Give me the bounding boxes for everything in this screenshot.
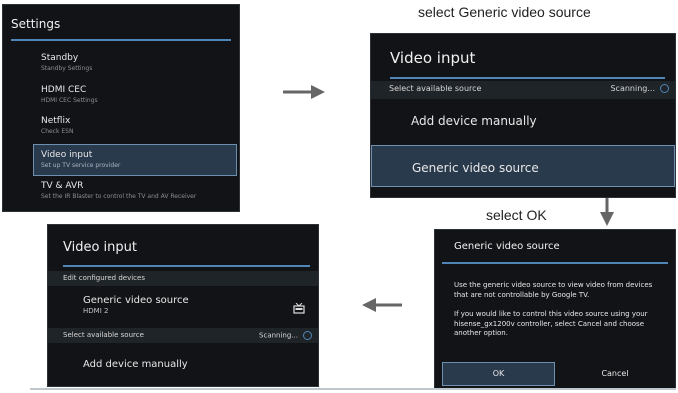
settings-item-sub: Check ESN	[41, 128, 74, 135]
ok-button[interactable]: OK	[442, 362, 555, 386]
add-device-manually-item[interactable]: Add device manually	[48, 359, 318, 381]
settings-item-standby[interactable]: Standby Standby Settings	[3, 53, 239, 81]
section-label: Select available source	[63, 331, 144, 339]
section-header: Select available source Scanning...	[48, 328, 318, 343]
title-divider	[11, 39, 231, 41]
section-label: Edit configured devices	[63, 274, 145, 282]
video-input-result-screen: Video input Edit configured devices Gene…	[47, 224, 319, 387]
scanning-status: Scanning...	[259, 331, 298, 340]
section-header: Select available source Scanning...	[371, 81, 675, 99]
item-label: Generic video source	[412, 161, 539, 175]
settings-item-netflix[interactable]: Netflix Check ESN	[3, 116, 239, 144]
settings-screen: Settings Standby Standby Settings HDMI C…	[2, 4, 240, 212]
title-divider	[442, 262, 668, 264]
title-divider	[63, 265, 310, 267]
arrow-left-icon	[362, 298, 402, 312]
device-sub: HDMI 2	[83, 307, 109, 315]
dialog-body-1: Use the generic video source to view vid…	[454, 281, 653, 299]
arrow-right-icon	[283, 85, 325, 99]
cancel-label: Cancel	[601, 369, 629, 378]
bottom-rule	[30, 388, 676, 390]
caption-select-generic: select Generic video source	[418, 4, 591, 20]
scanning-status: Scanning...	[610, 84, 655, 93]
ok-label: OK	[492, 369, 505, 378]
scanning-spinner-icon	[660, 84, 669, 93]
dialog-body-2: If you would like to control this video …	[454, 310, 648, 337]
add-device-manually-item[interactable]: Add device manually	[371, 114, 675, 144]
device-name: Generic video source	[83, 295, 189, 306]
settings-item-label: TV & AVR	[41, 181, 84, 191]
caption-select-ok: select OK	[486, 207, 547, 223]
settings-item-label: HDMI CEC	[41, 85, 87, 95]
item-label: Add device manually	[411, 114, 537, 128]
settings-item-sub: HDMI CEC Settings	[41, 97, 98, 104]
arrow-down-icon	[600, 198, 614, 226]
cancel-button[interactable]: Cancel	[559, 362, 671, 386]
result-title: Video input	[63, 240, 137, 255]
section-header: Edit configured devices	[48, 271, 318, 286]
scanning-spinner-icon	[303, 331, 312, 340]
video-input-title: Video input	[390, 49, 476, 67]
settings-item-sub: Standby Settings	[41, 65, 93, 72]
generic-video-source-item[interactable]: Generic video source	[371, 145, 675, 187]
generic-source-dialog: Generic video source Use the generic vid…	[434, 229, 676, 389]
section-label: Select available source	[389, 84, 482, 93]
settings-item-label: Netflix	[41, 116, 71, 126]
settings-title: Settings	[11, 17, 61, 31]
configured-device-item[interactable]: Generic video source HDMI 2	[48, 295, 318, 325]
title-divider	[390, 77, 665, 79]
dialog-title: Generic video source	[454, 241, 560, 252]
settings-item-label: Standby	[41, 53, 79, 63]
settings-item-tv-avr[interactable]: TV & AVR Set the IR Blaster to control t…	[3, 181, 239, 209]
item-label: Add device manually	[83, 359, 188, 370]
settings-item-video-input[interactable]: Video input Set up TV service provider	[33, 144, 237, 176]
tv-icon	[293, 303, 305, 314]
settings-item-hdmi-cec[interactable]: HDMI CEC HDMI CEC Settings	[3, 85, 239, 113]
video-input-screen: Video input Select available source Scan…	[370, 33, 676, 198]
settings-item-label: Video input	[41, 150, 93, 160]
settings-item-sub: Set up TV service provider	[41, 162, 121, 169]
settings-item-sub: Set the IR Blaster to control the TV and…	[41, 193, 197, 200]
